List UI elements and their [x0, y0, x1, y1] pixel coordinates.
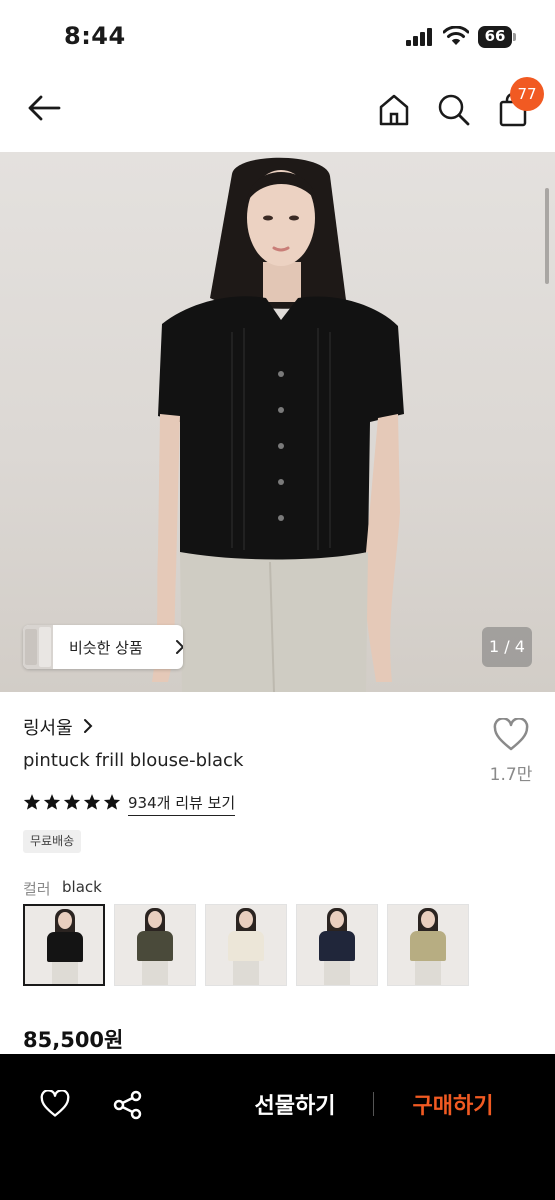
- battery-indicator: 66: [478, 26, 516, 48]
- star-icon: [83, 794, 101, 810]
- back-arrow-icon[interactable]: [26, 92, 62, 124]
- color-option-beige[interactable]: [387, 904, 469, 986]
- image-scrollbar: [545, 188, 549, 284]
- color-option-black[interactable]: [23, 904, 105, 986]
- share-icon[interactable]: [113, 1090, 143, 1120]
- search-icon[interactable]: [436, 92, 472, 128]
- product-price: 85,500원: [23, 1028, 124, 1052]
- status-time: 8:44: [64, 22, 126, 50]
- color-label: 컬러: [23, 880, 51, 898]
- star-icon: [43, 794, 61, 810]
- battery-level: 66: [484, 27, 506, 45]
- image-page-indicator: 1 / 4: [482, 627, 532, 667]
- like-count: 1.7만: [489, 765, 533, 785]
- cart-count-badge: 77: [510, 77, 544, 111]
- free-shipping-badge: 무료배송: [23, 830, 82, 853]
- swatch-garment: [47, 932, 83, 962]
- swatch-garment: [319, 931, 355, 961]
- color-options: [23, 904, 483, 988]
- chevron-right-icon: [176, 640, 183, 654]
- swatch-garment: [228, 931, 264, 961]
- cellular-signal-icon: [406, 28, 432, 46]
- color-option-navy[interactable]: [296, 904, 378, 986]
- brand-name-link[interactable]: 링서울: [23, 714, 73, 740]
- product-photo: [152, 157, 404, 692]
- home-icon[interactable]: [376, 92, 412, 128]
- buy-button[interactable]: 구매하기: [398, 1088, 508, 1120]
- top-nav: 77: [0, 70, 555, 152]
- star-icon: [103, 794, 121, 810]
- rating-stars: [23, 793, 123, 813]
- review-link[interactable]: 934개 리뷰 보기: [128, 792, 236, 816]
- star-icon: [23, 794, 41, 810]
- color-option-khaki[interactable]: [114, 904, 196, 986]
- product-image-gallery[interactable]: 비슷한 상품 1 / 4: [0, 152, 555, 692]
- product-name: pintuck frill blouse-black: [23, 750, 244, 771]
- chevron-right-icon[interactable]: [82, 717, 94, 735]
- color-option-ivory[interactable]: [205, 904, 287, 986]
- heart-icon[interactable]: [493, 718, 529, 752]
- similar-products-label: 비슷한 상품: [69, 639, 143, 657]
- swatch-garment: [410, 931, 446, 961]
- selected-color-value: black: [62, 878, 102, 896]
- star-icon: [63, 794, 81, 810]
- wifi-icon: [443, 26, 469, 45]
- similar-products-thumbnail: [23, 625, 53, 669]
- similar-products-button[interactable]: 비슷한 상품: [23, 625, 183, 669]
- swatch-garment: [137, 931, 173, 961]
- status-bar: 8:44 66: [0, 0, 555, 70]
- gift-button[interactable]: 선물하기: [240, 1088, 350, 1120]
- divider: [373, 1092, 374, 1116]
- heart-icon[interactable]: [40, 1090, 70, 1118]
- bottom-action-bar: 선물하기 구매하기: [0, 1054, 555, 1200]
